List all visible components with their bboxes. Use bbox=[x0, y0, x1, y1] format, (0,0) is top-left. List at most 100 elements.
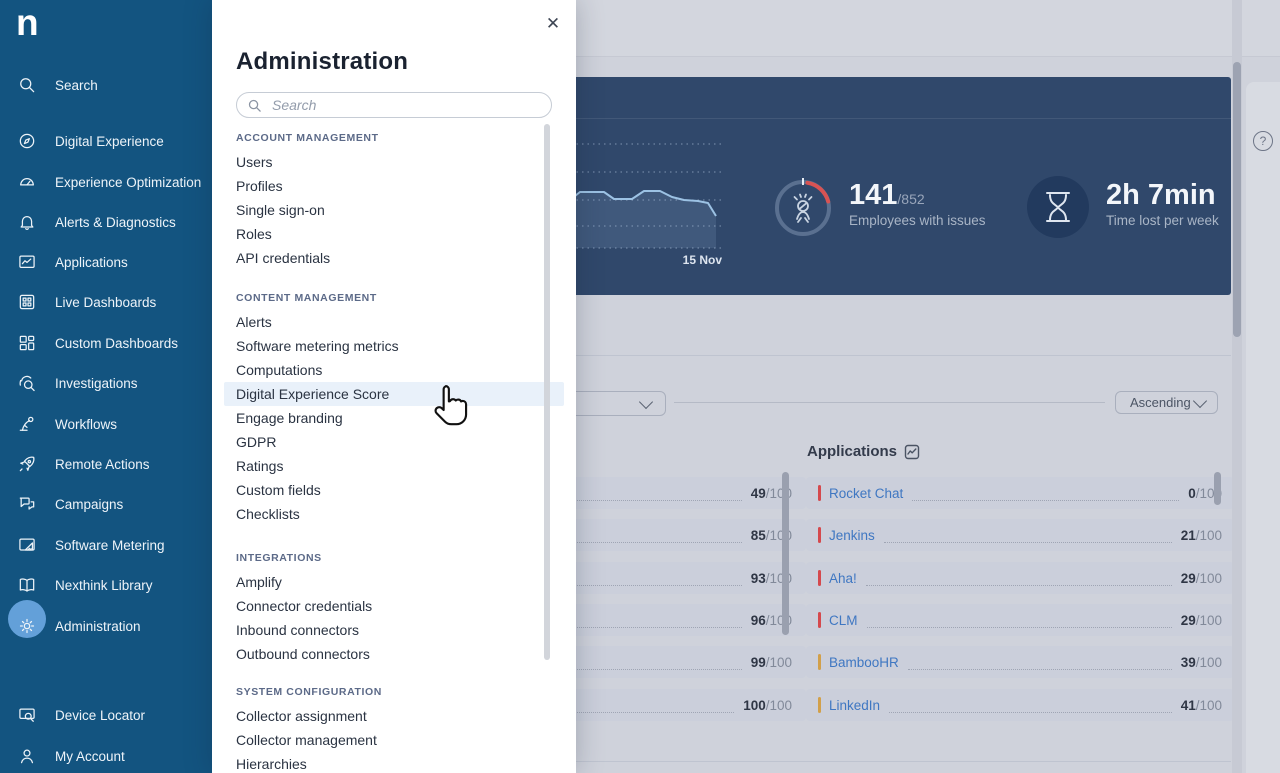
application-row[interactable]: BambooHR 39/100 bbox=[806, 646, 1234, 678]
row-score: 49 bbox=[751, 486, 766, 501]
sidebar-item-label: Workflows bbox=[55, 417, 117, 432]
panel-item-ratings[interactable]: Ratings bbox=[224, 454, 564, 478]
sidebar-item-live-dashboards[interactable]: Live Dashboards bbox=[0, 282, 212, 322]
application-link[interactable]: Rocket Chat bbox=[829, 486, 903, 501]
workflow-icon bbox=[16, 413, 38, 435]
sidebar-item-campaigns[interactable]: Campaigns bbox=[0, 484, 212, 524]
dotted-leader bbox=[908, 654, 1172, 669]
sidebar-item-administration[interactable]: Administration bbox=[0, 606, 212, 646]
section-header: CONTENT MANAGEMENT bbox=[236, 292, 552, 304]
status-accent-bar bbox=[818, 570, 821, 586]
panel-title: Administration bbox=[236, 48, 552, 76]
sidebar-item-investigations[interactable]: Investigations bbox=[0, 363, 212, 403]
sidebar-item-label: Experience Optimization bbox=[55, 175, 201, 190]
hourglass-icon bbox=[1027, 176, 1089, 238]
panel-item-alerts[interactable]: Alerts bbox=[224, 310, 564, 334]
panel-item-gdpr[interactable]: GDPR bbox=[224, 430, 564, 454]
application-row[interactable]: Jenkins21/100 bbox=[806, 519, 1234, 551]
panel-item-users[interactable]: Users bbox=[224, 150, 564, 174]
row-score: 21 bbox=[1181, 528, 1196, 543]
applications-header: Applications bbox=[807, 443, 920, 460]
dotted-leader bbox=[884, 527, 1172, 542]
panel-item-computations[interactable]: Computations bbox=[224, 358, 564, 382]
panel-item-single-sign-on[interactable]: Single sign-on bbox=[224, 198, 564, 222]
applications-list-scrollbar[interactable] bbox=[1214, 472, 1221, 505]
sidebar-item-label: Software Metering bbox=[55, 538, 165, 553]
sidebar-item-digital-experience[interactable]: Digital Experience bbox=[0, 121, 212, 161]
connector-line bbox=[674, 402, 1105, 403]
panel-scrollbar[interactable] bbox=[544, 124, 550, 660]
time-lost-caption: Time lost per week bbox=[1106, 213, 1219, 228]
row-score: 85 bbox=[751, 528, 766, 543]
grid-tiles-icon bbox=[16, 291, 38, 313]
application-row[interactable]: Rocket Chat0/100 bbox=[806, 477, 1234, 509]
time-lost-value: 2h 7min bbox=[1106, 181, 1219, 210]
sidebar-item-software-metering[interactable]: Software Metering bbox=[0, 525, 212, 565]
panel-item-roles[interactable]: Roles bbox=[224, 222, 564, 246]
sidebar-item-my-account[interactable]: My Account bbox=[0, 736, 212, 773]
section-header: SYSTEM CONFIGURATION bbox=[236, 686, 552, 698]
panel-item-engage-branding[interactable]: Engage branding bbox=[224, 406, 564, 430]
sidebar-item-applications[interactable]: Applications bbox=[0, 242, 212, 282]
application-link[interactable]: LinkedIn bbox=[829, 698, 880, 713]
panel-item-profiles[interactable]: Profiles bbox=[224, 174, 564, 198]
page-scrollbar-thumb[interactable] bbox=[1233, 62, 1241, 337]
panel-item-collector-assignment[interactable]: Collector assignment bbox=[224, 704, 564, 728]
admin-search-box[interactable] bbox=[236, 92, 552, 118]
row-score-suffix: /100 bbox=[1196, 571, 1222, 586]
sidebar-item-alerts-diagnostics[interactable]: Alerts & Diagnostics bbox=[0, 202, 212, 242]
status-accent-bar bbox=[818, 612, 821, 628]
kpi-employees: 141/852 Employees with issues bbox=[849, 181, 986, 228]
admin-search-input[interactable] bbox=[270, 96, 541, 114]
sidebar-item-experience-optimization[interactable]: Experience Optimization bbox=[0, 162, 212, 202]
row-score: 99 bbox=[751, 655, 766, 670]
sidebar-item-custom-dashboards[interactable]: Custom Dashboards bbox=[0, 323, 212, 363]
application-link[interactable]: CLM bbox=[829, 613, 858, 628]
gear-icon bbox=[16, 615, 38, 637]
application-row[interactable]: LinkedIn41/100 bbox=[806, 689, 1234, 721]
bell-icon bbox=[16, 211, 38, 233]
help-icon[interactable]: ? bbox=[1253, 131, 1273, 151]
application-link[interactable]: Jenkins bbox=[829, 528, 875, 543]
row-score-suffix: /100 bbox=[1196, 613, 1222, 628]
panel-item-amplify[interactable]: Amplify bbox=[224, 570, 564, 594]
app-window-chart-icon bbox=[16, 251, 38, 273]
panel-item-api-credentials[interactable]: API credentials bbox=[224, 246, 564, 270]
panel-item-hierarchies[interactable]: Hierarchies bbox=[224, 752, 564, 773]
panel-item-software-metering-metrics[interactable]: Software metering metrics bbox=[224, 334, 564, 358]
application-row[interactable]: Aha!29/100 bbox=[806, 562, 1234, 594]
panel-item-digital-experience-score[interactable]: Digital Experience Score bbox=[224, 382, 564, 406]
panel-item-checklists[interactable]: Checklists bbox=[224, 502, 564, 526]
search-icon bbox=[16, 74, 38, 96]
sidebar-item-remote-actions[interactable]: Remote Actions bbox=[0, 444, 212, 484]
sidebar-item-search[interactable]: Search bbox=[0, 65, 212, 105]
left-list-scrollbar[interactable] bbox=[782, 472, 789, 635]
row-score: 0 bbox=[1188, 486, 1196, 501]
sidebar-item-nexthink-library[interactable]: Nexthink Library bbox=[0, 565, 212, 605]
application-row[interactable]: CLM29/100 bbox=[806, 604, 1234, 636]
panel-item-outbound-connectors[interactable]: Outbound connectors bbox=[224, 642, 564, 666]
help-rail: ? bbox=[1246, 82, 1280, 773]
sidebar-item-label: Investigations bbox=[55, 376, 138, 391]
trend-chart-icon[interactable] bbox=[904, 444, 920, 460]
compass-icon bbox=[16, 130, 38, 152]
application-link[interactable]: Aha! bbox=[829, 571, 857, 586]
panel-item-connector-credentials[interactable]: Connector credentials bbox=[224, 594, 564, 618]
fingerprint-search-icon bbox=[16, 372, 38, 394]
application-link[interactable]: BambooHR bbox=[829, 655, 899, 670]
sort-order-dropdown[interactable]: Ascending bbox=[1115, 391, 1218, 414]
sidebar-item-label: Alerts & Diagnostics bbox=[55, 215, 176, 230]
app-window: 15 Nov 141/852 Em bbox=[0, 0, 1280, 773]
row-score: 39 bbox=[1181, 655, 1196, 670]
panel-item-custom-fields[interactable]: Custom fields bbox=[224, 478, 564, 502]
sidebar-item-label: Digital Experience bbox=[55, 134, 164, 149]
panel-item-inbound-connectors[interactable]: Inbound connectors bbox=[224, 618, 564, 642]
sidebar-item-label: Device Locator bbox=[55, 708, 145, 723]
panel-item-collector-management[interactable]: Collector management bbox=[224, 728, 564, 752]
sidebar-item-workflows[interactable]: Workflows bbox=[0, 404, 212, 444]
sidebar-item-label: Remote Actions bbox=[55, 457, 150, 472]
main-navigation-sidebar: n Search Digital Experience Experience O… bbox=[0, 0, 212, 773]
sidebar-item-device-locator[interactable]: Device Locator bbox=[0, 695, 212, 735]
nexthink-logo[interactable]: n bbox=[16, 4, 39, 41]
row-score-suffix: /100 bbox=[1196, 655, 1222, 670]
